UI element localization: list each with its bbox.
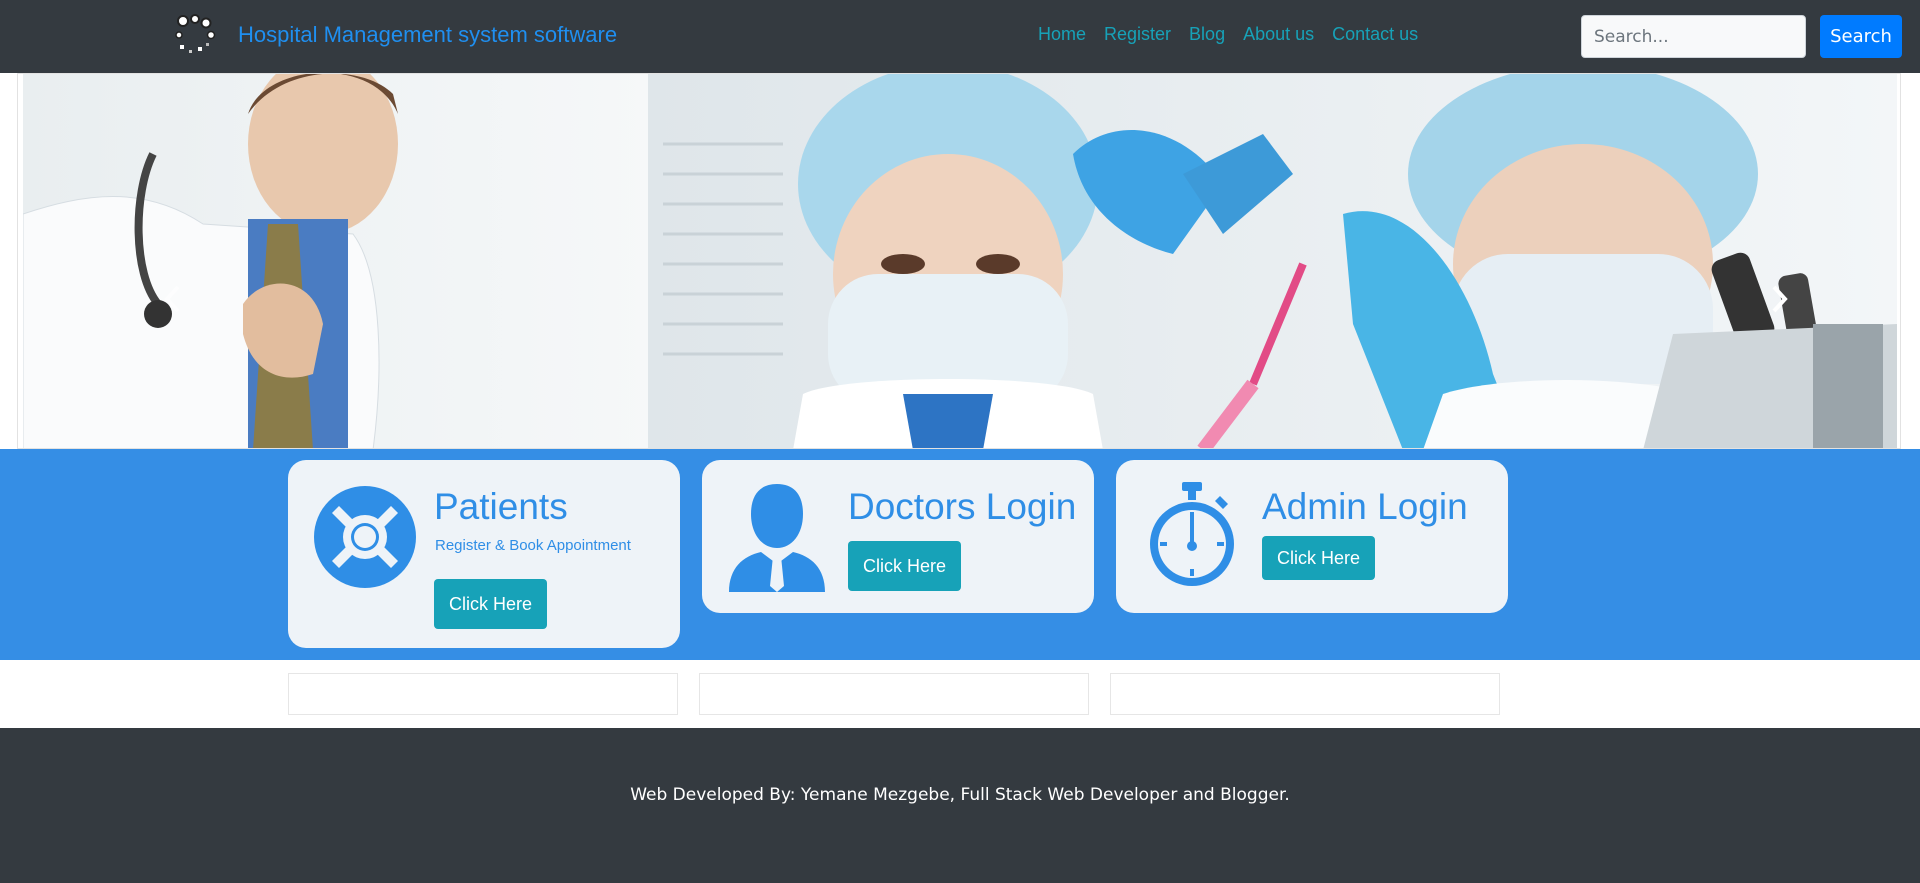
admin-title: Admin Login	[1262, 486, 1468, 527]
doctors-card: Doctors Login Click Here	[702, 460, 1094, 613]
nav-blog-link[interactable]: Blog	[1189, 24, 1225, 45]
search-input[interactable]	[1581, 15, 1806, 58]
empty-panel-3	[1110, 673, 1500, 715]
carousel-prev-icon[interactable]	[162, 284, 184, 314]
hero-image	[23, 74, 1897, 448]
empty-panel-2	[699, 673, 1089, 715]
doctors-click-button[interactable]: Click Here	[848, 541, 962, 591]
nav-home-link[interactable]: Home	[1038, 24, 1086, 45]
search-button[interactable]: Search	[1820, 15, 1902, 58]
main-nav: Home Register Blog About us Contact us	[1038, 24, 1418, 45]
patients-card: Patients Register & Book Appointment Cli…	[288, 460, 680, 648]
logo-icon[interactable]	[173, 13, 219, 57]
nav-about-link[interactable]: About us	[1243, 24, 1314, 45]
admin-card: Admin Login Click Here	[1116, 460, 1508, 613]
brand-title[interactable]: Hospital Management system software	[238, 22, 617, 48]
empty-panel-1	[288, 673, 678, 715]
patients-click-button[interactable]: Click Here	[434, 579, 548, 629]
hero-carousel	[17, 73, 1901, 449]
stopwatch-icon	[1150, 482, 1234, 586]
nav-contact-link[interactable]: Contact us	[1332, 24, 1418, 45]
carousel-next-icon[interactable]	[1768, 284, 1790, 314]
lifebuoy-icon	[314, 486, 416, 588]
footer: Web Developed By: Yemane Mezgebe, Full S…	[0, 728, 1920, 883]
footer-credit: Web Developed By: Yemane Mezgebe, Full S…	[630, 785, 1290, 805]
doctor-icon	[729, 484, 825, 592]
nav-register-link[interactable]: Register	[1104, 24, 1171, 45]
navbar: Hospital Management system software Home…	[0, 0, 1920, 73]
patients-subtitle: Register & Book Appointment	[435, 537, 631, 554]
patients-title: Patients	[434, 486, 568, 527]
admin-click-button[interactable]: Click Here	[1262, 536, 1376, 580]
doctors-title: Doctors Login	[848, 486, 1077, 527]
